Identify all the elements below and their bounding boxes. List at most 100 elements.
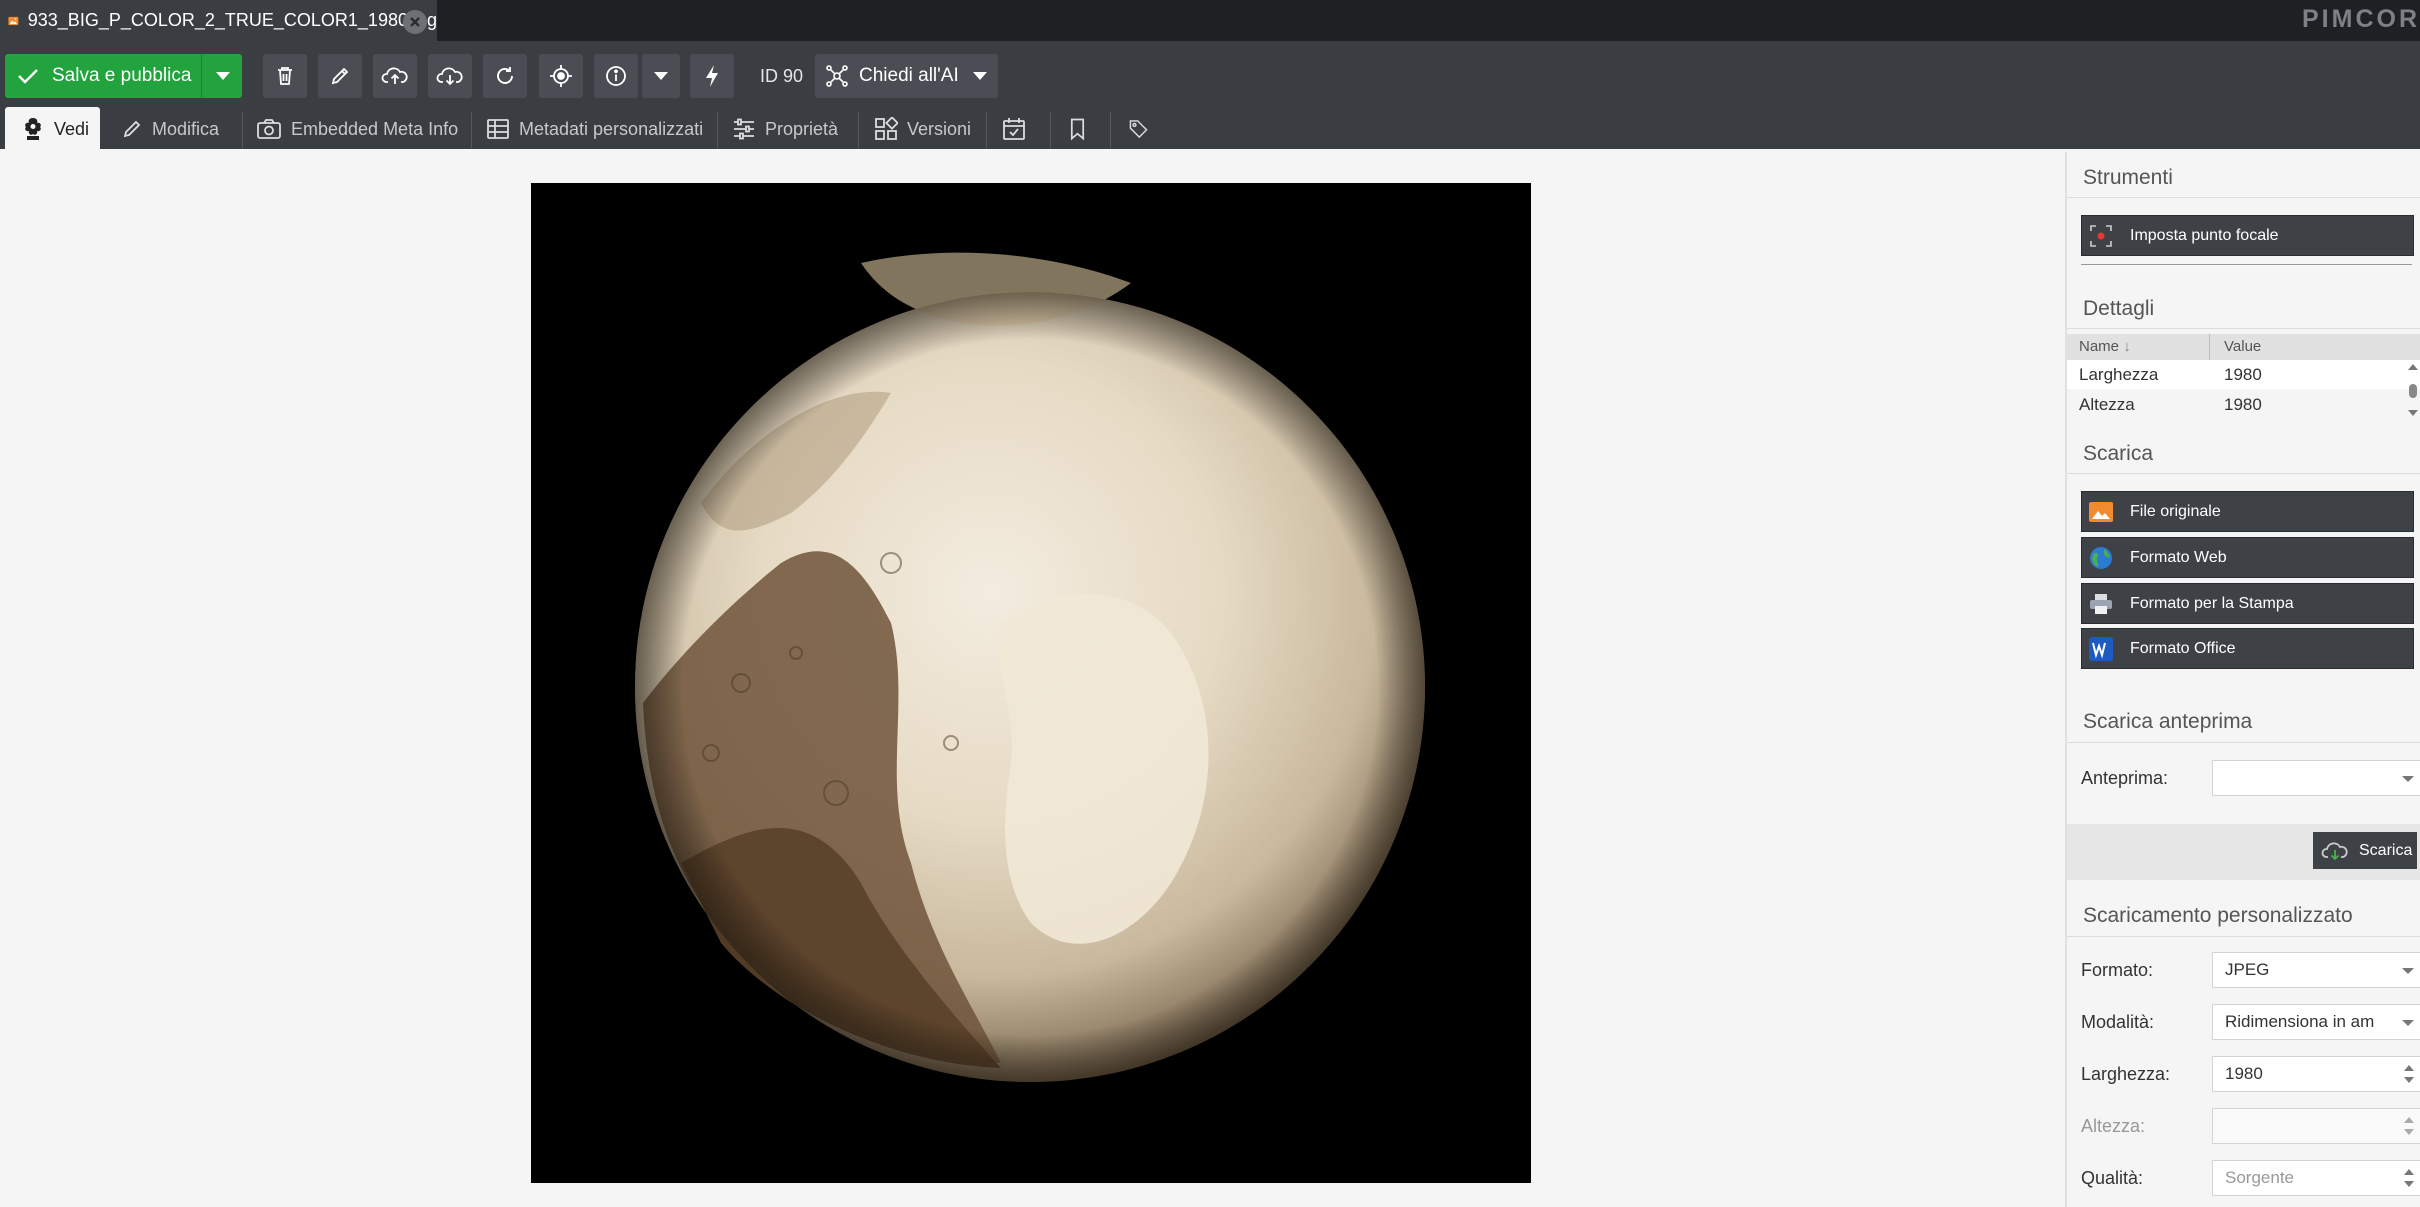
info-dropdown-button[interactable]: [642, 54, 680, 98]
quick-action-button[interactable]: [690, 54, 734, 98]
download-office-button[interactable]: Formato Office: [2081, 628, 2414, 669]
download-office-label: Formato Office: [2130, 639, 2236, 657]
quality-number-field[interactable]: Sorgente: [2212, 1160, 2420, 1196]
tab-custom-metadata[interactable]: Metadati personalizzati: [486, 107, 703, 151]
spinner-icon[interactable]: [2403, 1109, 2415, 1143]
save-and-publish-button[interactable]: Salva e pubblica: [5, 54, 242, 98]
info-button[interactable]: [594, 54, 638, 98]
document-tab-title: 933_BIG_P_COLOR_2_TRUE_COLOR1_1980.jpg: [27, 10, 437, 30]
mode-value: Ridimensiona in am: [2225, 1012, 2375, 1031]
tab-tags[interactable]: [1128, 107, 1158, 151]
pencil-icon: [123, 120, 141, 138]
divider: [2067, 742, 2420, 743]
quality-label: Qualità:: [2081, 1168, 2144, 1188]
spinner-icon[interactable]: [2403, 1161, 2415, 1195]
chevron-down-icon: [654, 72, 668, 80]
planet-image: [635, 252, 1425, 1082]
tab-view-label: Vedi: [54, 118, 90, 139]
tab-edit-label: Modifica: [152, 118, 220, 139]
divider: [2067, 936, 2420, 937]
ask-ai-label: Chiedi all'AI: [859, 65, 959, 86]
download-original-button[interactable]: File originale: [2081, 491, 2414, 532]
check-icon: [18, 69, 38, 84]
detail-name: Larghezza: [2079, 365, 2159, 384]
sort-down-icon: ↓: [2123, 338, 2131, 355]
cloud-download-icon: [2321, 842, 2348, 860]
save-and-publish-label: Salva e pubblica: [52, 65, 192, 86]
details-section-title: Dettagli: [2083, 297, 2155, 320]
info-icon: [606, 66, 626, 86]
focal-point-icon: [2088, 223, 2114, 249]
globe-icon: [2088, 545, 2114, 571]
tab-separator: [717, 112, 718, 148]
tab-separator: [986, 112, 987, 148]
tab-notes[interactable]: [1068, 107, 1096, 151]
divider: [2067, 328, 2420, 329]
download-web-button[interactable]: Formato Web: [2081, 537, 2414, 578]
column-divider: [2209, 334, 2210, 360]
tab-properties[interactable]: Proprietà: [732, 107, 838, 151]
upload-button[interactable]: [373, 54, 417, 98]
close-tab-icon[interactable]: [403, 10, 427, 34]
details-row[interactable]: Altezza 1980: [2067, 390, 2420, 419]
sliders-icon: [734, 118, 754, 140]
tab-schedule[interactable]: [1002, 107, 1036, 151]
detail-name: Altezza: [2079, 395, 2135, 414]
download-print-button[interactable]: Formato per la Stampa: [2081, 583, 2414, 624]
refresh-icon: [497, 67, 513, 84]
download-preview-label: Scarica: [2359, 841, 2413, 859]
tab-view[interactable]: Vedi: [5, 107, 100, 151]
locate-in-tree-button[interactable]: [539, 54, 583, 98]
height-number-field[interactable]: [2212, 1108, 2420, 1144]
table-icon: [487, 119, 509, 139]
width-value: 1980: [2225, 1064, 2263, 1083]
value-column-header[interactable]: Value: [2224, 334, 2261, 360]
image-icon: [2088, 499, 2114, 525]
details-grid-header: Name ↓ Value: [2067, 334, 2420, 360]
cloud-upload-icon: [381, 67, 408, 84]
document-tab[interactable]: 933_BIG_P_COLOR_2_TRUE_COLOR1_1980.jpg: [0, 0, 437, 41]
download-preview-button[interactable]: Scarica: [2313, 832, 2417, 869]
asset-preview-image[interactable]: [531, 183, 1531, 1183]
download-button[interactable]: [428, 54, 472, 98]
trash-icon: [278, 67, 292, 85]
tab-bar: 933_BIG_P_COLOR_2_TRUE_COLOR1_1980.jpg P…: [0, 0, 2420, 41]
tab-versions[interactable]: Versioni: [874, 107, 971, 151]
format-value: JPEG: [2225, 960, 2270, 979]
chevron-down-icon: [215, 72, 230, 80]
download-original-label: File originale: [2130, 502, 2221, 520]
custom-download-section-title: Scaricamento personalizzato: [2083, 904, 2353, 927]
set-focal-point-button[interactable]: Imposta punto focale: [2081, 215, 2414, 256]
pencil-icon: [331, 67, 349, 85]
set-focal-point-label: Imposta punto focale: [2130, 226, 2279, 244]
save-options-dropdown[interactable]: [201, 54, 243, 98]
tab-separator: [858, 112, 859, 148]
download-section-title: Scarica: [2083, 442, 2154, 465]
camera-icon: [257, 119, 281, 139]
rename-button[interactable]: [318, 54, 362, 98]
ask-ai-button[interactable]: Chiedi all'AI: [815, 54, 998, 98]
format-select[interactable]: JPEG: [2212, 952, 2420, 988]
tab-edit[interactable]: Modifica: [121, 107, 219, 151]
tab-versions-label: Versioni: [907, 118, 972, 139]
asset-id-label: ID 90: [760, 66, 804, 86]
preview-download-section-title: Scarica anteprima: [2083, 710, 2253, 733]
chevron-down-icon: [2401, 1005, 2415, 1039]
reload-button[interactable]: [483, 54, 527, 98]
delete-button[interactable]: [263, 54, 307, 98]
height-label: Altezza:: [2081, 1116, 2146, 1136]
tab-separator: [1050, 112, 1051, 148]
tab-separator: [1110, 112, 1111, 148]
details-scrollbar[interactable]: [2406, 362, 2420, 418]
bookmark-icon: [1070, 118, 1085, 141]
chevron-down-icon: [2401, 761, 2415, 795]
tab-embedded-meta-info[interactable]: Embedded Meta Info: [256, 107, 458, 151]
calendar-check-icon: [1003, 118, 1025, 140]
preview-select[interactable]: [2212, 760, 2420, 796]
mode-select[interactable]: Ridimensiona in am: [2212, 1004, 2420, 1040]
width-number-field[interactable]: 1980: [2212, 1056, 2420, 1092]
details-row[interactable]: Larghezza 1980: [2067, 360, 2420, 389]
spinner-icon[interactable]: [2403, 1057, 2415, 1091]
asset-tabs: Vedi Modifica Embedded Meta Info Metadat…: [0, 107, 1200, 151]
name-column-header[interactable]: Name ↓: [2079, 334, 2131, 360]
